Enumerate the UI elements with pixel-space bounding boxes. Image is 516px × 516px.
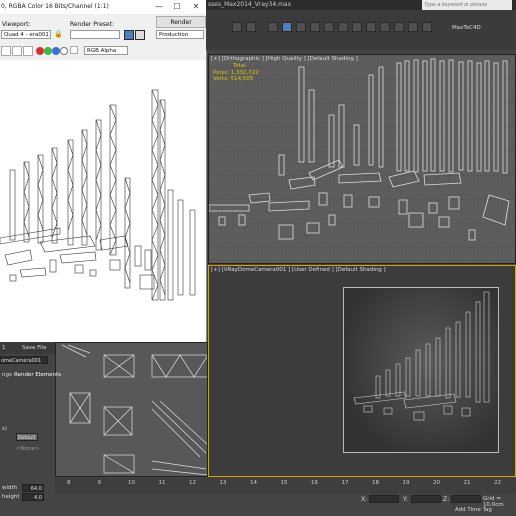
x-coord-label: X: bbox=[361, 496, 368, 503]
render-setup-toolbar-icon[interactable] bbox=[380, 22, 390, 32]
viewport-label: Viewport: bbox=[2, 21, 31, 28]
top-viewport[interactable]: [+] [Orthographic ] [High Quality ] [Def… bbox=[208, 54, 516, 264]
close-button[interactable]: ✕ bbox=[187, 0, 205, 14]
timeline-tick: 21 bbox=[463, 480, 471, 486]
perspective-truss-illustration bbox=[353, 291, 490, 421]
left-viewport-truss-illustration bbox=[61, 344, 207, 476]
redo-icon[interactable] bbox=[246, 22, 256, 32]
window-crossing-icon[interactable] bbox=[296, 22, 306, 32]
section-label: s) bbox=[2, 426, 8, 432]
print-icon[interactable] bbox=[23, 46, 33, 56]
timeline-tick: 16 bbox=[311, 480, 318, 486]
clear-icon[interactable] bbox=[70, 46, 78, 54]
status-bar: X: Y: Z: Grid = 10,0cm Add Time Tag bbox=[55, 494, 516, 516]
timeline-ticks: 8 9 10 11 12 13 14 15 16 17 18 19 20 21 22 bbox=[55, 478, 516, 492]
render-button[interactable]: Render bbox=[156, 16, 206, 28]
scene-statistics: Total Polys: 1,332,722 Verts: 514,505 bbox=[213, 63, 259, 83]
minimize-button[interactable]: — bbox=[150, 0, 168, 14]
timeline-tick: 20 bbox=[433, 480, 440, 486]
save-file-label[interactable]: Save File bbox=[22, 343, 46, 353]
timeline-tick: 14 bbox=[250, 480, 257, 486]
timeline-tick: 10 bbox=[128, 480, 135, 486]
snap-icon[interactable] bbox=[352, 22, 362, 32]
render-teapot-icon[interactable] bbox=[408, 22, 418, 32]
y-coord-label: Y: bbox=[403, 496, 408, 503]
timeline-tick: 8 bbox=[67, 480, 71, 486]
render-setup-icon[interactable] bbox=[124, 30, 134, 40]
camera-dropdown[interactable]: omeCamera001 bbox=[0, 356, 48, 364]
height-field[interactable]: 4.0 bbox=[22, 493, 44, 501]
max-titlebar: sses_Max2014_Vray34.max bbox=[206, 0, 516, 10]
left-viewport[interactable] bbox=[55, 342, 208, 477]
mono-channel-icon[interactable] bbox=[60, 47, 68, 55]
production-dropdown[interactable]: Production bbox=[156, 30, 204, 39]
select-icon[interactable] bbox=[268, 22, 278, 32]
rotate-icon[interactable] bbox=[324, 22, 334, 32]
timeline-tick: 15 bbox=[280, 480, 288, 486]
stats-verts-value: 514,505 bbox=[230, 76, 254, 82]
y-coord-field[interactable] bbox=[411, 495, 441, 503]
timeline-tick: 19 bbox=[402, 480, 410, 486]
viewport-dropdown[interactable]: Quad 4 - era001 bbox=[1, 30, 51, 39]
render-preset-dropdown[interactable] bbox=[70, 30, 120, 39]
z-coord-label: Z: bbox=[443, 496, 450, 503]
timeline-tick: 17 bbox=[341, 480, 349, 486]
top-viewport-grid bbox=[209, 55, 515, 263]
main-toolbar: MaxToC4D bbox=[206, 10, 516, 50]
maximize-button[interactable]: ☐ bbox=[168, 0, 186, 14]
width-field[interactable]: 64.0 bbox=[22, 484, 44, 492]
blue-channel-icon[interactable] bbox=[52, 47, 60, 55]
save-image-icon[interactable] bbox=[1, 46, 11, 56]
maxtoc4d-label[interactable]: MaxToC4D bbox=[452, 25, 481, 31]
track-bar[interactable]: 8 9 10 11 12 13 14 15 16 17 18 19 20 21 22 X: Y: Z: Gr… bbox=[55, 478, 516, 516]
stats-verts-label: Verts: bbox=[213, 76, 229, 82]
stats-polys-label: Polys: bbox=[213, 69, 229, 76]
rendered-image bbox=[0, 60, 206, 342]
frame-buffer-title: 0, RGBA Color 16 Bits/Channel (1:1) bbox=[1, 3, 109, 10]
tab-render-elements[interactable]: Render Elements bbox=[14, 370, 61, 380]
timeline-tick: 11 bbox=[158, 480, 166, 486]
select-by-name-icon[interactable] bbox=[282, 22, 292, 32]
height-label: height bbox=[2, 494, 20, 500]
render-truss-illustration bbox=[0, 89, 196, 301]
default-button[interactable]: Default bbox=[16, 433, 38, 441]
green-channel-icon[interactable] bbox=[44, 47, 52, 55]
channel-dropdown[interactable]: RGB Alpha bbox=[84, 46, 128, 55]
scale-icon[interactable] bbox=[338, 22, 348, 32]
timeline-tick: 13 bbox=[219, 480, 227, 486]
top-viewport-label[interactable]: [+] [Orthographic ] [High Quality ] [Def… bbox=[211, 56, 358, 62]
stats-polys-value: 1,332,722 bbox=[230, 69, 259, 76]
z-coord-field[interactable] bbox=[451, 495, 481, 503]
render-setup-panel: 1 Save File omeCamera001 ngs Render Elem… bbox=[0, 342, 61, 516]
perspective-viewport[interactable]: [+] [VRayDomeCamera001 ] [User Defined ]… bbox=[208, 265, 516, 477]
render-setup-header: 1 Save File bbox=[0, 342, 55, 354]
frame-buffer-toolbar: Viewport: Quad 4 - era001 🔒 Render Prese… bbox=[0, 14, 206, 60]
frame-buffer-window: 0, RGBA Color 16 Bits/Channel (1:1) — ☐ … bbox=[0, 0, 207, 342]
render-preset-label: Render Preset: bbox=[70, 21, 114, 28]
move-icon[interactable] bbox=[310, 22, 320, 32]
rendered-frame-icon[interactable] bbox=[394, 22, 404, 32]
tab-settings[interactable]: ngs bbox=[2, 370, 12, 380]
add-time-tag-button[interactable]: Add Time Tag bbox=[455, 507, 492, 513]
safe-frame bbox=[343, 287, 499, 453]
frame-buffer-titlebar[interactable]: 0, RGBA Color 16 Bits/Channel (1:1) — ☐ … bbox=[0, 0, 206, 14]
red-channel-icon[interactable] bbox=[36, 47, 44, 55]
timeline-tick: 22 bbox=[494, 480, 501, 486]
undo-icon[interactable] bbox=[232, 22, 242, 32]
perspective-viewport-label[interactable]: [+] [VRayDomeCamera001 ] [User Defined ]… bbox=[211, 267, 386, 273]
layer-icon[interactable] bbox=[422, 22, 432, 32]
lock-icon[interactable]: 🔒 bbox=[54, 30, 63, 38]
x-coord-field[interactable] bbox=[369, 495, 399, 503]
none-value: <None> bbox=[16, 446, 40, 452]
search-input[interactable] bbox=[422, 0, 512, 10]
max-file-title: sses_Max2014_Vray34.max bbox=[208, 1, 292, 8]
clone-icon[interactable] bbox=[12, 46, 22, 56]
render-setup-number: 1 bbox=[2, 345, 6, 351]
environment-icon[interactable] bbox=[135, 30, 145, 40]
timeline-tick: 18 bbox=[372, 480, 379, 486]
timeline-tick: 12 bbox=[189, 480, 196, 486]
material-editor-icon[interactable] bbox=[366, 22, 376, 32]
timeline-tick: 9 bbox=[97, 480, 102, 486]
